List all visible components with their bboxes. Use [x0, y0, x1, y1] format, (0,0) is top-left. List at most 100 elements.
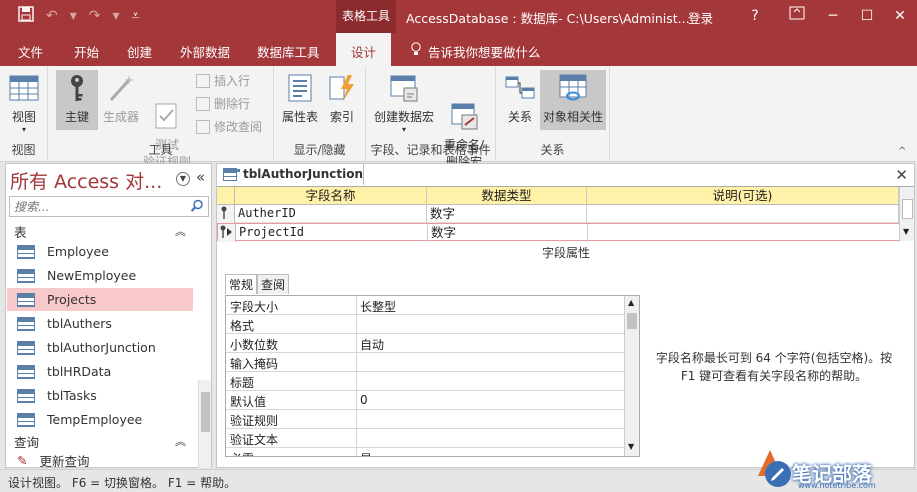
- validation-icon: [151, 86, 183, 129]
- tab-create[interactable]: 创建: [127, 42, 152, 61]
- tab-design[interactable]: 设计: [336, 33, 392, 66]
- table-icon: [17, 268, 35, 283]
- collapse-ribbon-icon[interactable]: ^: [898, 146, 906, 157]
- close-window-button[interactable]: ✕: [885, 4, 915, 28]
- tab-lookup[interactable]: 查阅: [257, 274, 290, 294]
- data-type-cell[interactable]: 数字: [427, 205, 587, 223]
- description-cell[interactable]: [587, 205, 899, 223]
- create-data-macros-button[interactable]: 创建数据宏 ▾: [372, 70, 436, 134]
- modify-lookups-button[interactable]: 修改查阅: [196, 118, 262, 135]
- tab-external-data[interactable]: 外部数据: [180, 42, 230, 61]
- tab-general[interactable]: 常规: [225, 274, 258, 294]
- maximize-button[interactable]: ☐: [852, 4, 882, 28]
- search-icon[interactable]: [190, 199, 204, 216]
- scrollbar-thumb[interactable]: [201, 392, 210, 432]
- customize-qat-icon[interactable]: ⩡: [132, 8, 140, 24]
- property-row[interactable]: 标题: [226, 372, 624, 391]
- field-properties-label: 字段属性: [542, 246, 591, 260]
- tell-me-search[interactable]: 告诉我你想要做什么: [410, 42, 541, 61]
- current-row-key-icon[interactable]: [218, 224, 236, 242]
- property-row[interactable]: 验证文本: [226, 429, 624, 448]
- nav-item-update-query[interactable]: ✎ 更新查询: [7, 451, 193, 469]
- chevron-down-icon[interactable]: ▾: [113, 8, 120, 24]
- chevron-down-icon[interactable]: ▼: [176, 172, 190, 186]
- grid-scrollbar[interactable]: ▼: [899, 187, 914, 241]
- relationships-button[interactable]: 关系: [502, 70, 538, 125]
- nav-item-tbltasks[interactable]: tblTasks: [7, 384, 193, 407]
- property-row[interactable]: 格式: [226, 315, 624, 334]
- nav-pane-title[interactable]: 所有 Access 对...: [10, 167, 162, 194]
- rename-macro-icon: [448, 86, 480, 130]
- close-document-icon[interactable]: ✕: [895, 166, 908, 184]
- object-dependencies-button[interactable]: 对象相关性: [540, 70, 606, 130]
- indexes-button[interactable]: 索引: [324, 70, 360, 125]
- nav-item-tempemployee[interactable]: TempEmployee: [7, 408, 193, 431]
- field-name-cell[interactable]: ProjectId: [236, 224, 428, 242]
- scroll-down-arrow-icon[interactable]: ▼: [628, 442, 634, 451]
- scrollbar-thumb[interactable]: [902, 199, 913, 219]
- ribbon-display-options-icon[interactable]: [782, 4, 812, 28]
- collapse-pane-icon[interactable]: «: [196, 168, 205, 186]
- table-row[interactable]: AutherID 数字: [217, 205, 914, 223]
- table-tools-context-label: 表格工具: [336, 0, 396, 33]
- tab-file[interactable]: 文件: [18, 42, 43, 61]
- column-header-field-name: 字段名称: [235, 187, 427, 205]
- property-sheet-icon: [284, 72, 316, 104]
- nav-search-input[interactable]: [10, 197, 185, 216]
- builder-button[interactable]: 生成器: [100, 70, 142, 125]
- redo-icon[interactable]: ↷: [89, 8, 101, 24]
- property-row[interactable]: 验证规则: [226, 410, 624, 429]
- window-title: AccessDatabase : 数据库- C:\Users\Administ.…: [406, 11, 690, 26]
- primary-key-button[interactable]: 主键: [56, 70, 98, 130]
- table-row[interactable]: ProjectId 数字: [217, 223, 914, 242]
- group-label: 工具: [148, 143, 173, 157]
- table-icon: [17, 316, 35, 331]
- scroll-up-arrow-icon[interactable]: ▲: [628, 298, 634, 307]
- delete-rows-button[interactable]: 删除行: [196, 95, 250, 112]
- nav-item-employee[interactable]: Employee: [7, 240, 193, 263]
- scrollbar-thumb[interactable]: [627, 313, 637, 329]
- object-dependencies-icon: [557, 72, 589, 104]
- chevron-down-icon: ▾: [401, 125, 406, 134]
- property-row[interactable]: 小数位数 自动: [226, 334, 624, 353]
- group-tools: 主键 生成器 测试 验证规则 插入行 删除行 修改查阅 工具: [48, 66, 274, 169]
- watermark-logo: 笔记部落 www.notetribe.com: [752, 444, 917, 492]
- properties-scrollbar[interactable]: ▲ ▼: [624, 296, 639, 456]
- tab-database-tools[interactable]: 数据库工具: [257, 42, 320, 61]
- nav-item-tblhrdata[interactable]: tblHRData: [7, 360, 193, 383]
- nav-scrollbar[interactable]: [198, 380, 211, 468]
- undo-icon[interactable]: ↶: [46, 8, 58, 24]
- property-sheet-button[interactable]: 属性表: [280, 70, 320, 125]
- nav-section-tables[interactable]: 表 ︽: [6, 222, 196, 242]
- nav-item-tblauthorjunction[interactable]: tblAuthorJunction: [7, 336, 193, 359]
- key-icon[interactable]: [217, 205, 235, 223]
- minimize-button[interactable]: ─: [818, 4, 848, 28]
- nav-item-projects[interactable]: Projects: [7, 288, 193, 311]
- help-button[interactable]: ?: [740, 4, 770, 28]
- scroll-down-arrow-icon[interactable]: ▼: [903, 227, 909, 236]
- group-show-hide: 属性表 索引 显示/隐藏: [274, 66, 366, 162]
- view-button[interactable]: 视图 ▾: [4, 70, 44, 134]
- property-row[interactable]: 输入掩码: [226, 353, 624, 372]
- property-row[interactable]: 必需是: [226, 448, 624, 456]
- save-icon[interactable]: [18, 6, 34, 26]
- description-cell[interactable]: [588, 224, 900, 242]
- relationships-icon: [504, 72, 536, 104]
- nav-section-queries[interactable]: 查询 ︽: [6, 432, 196, 452]
- property-row[interactable]: 默认值 0: [226, 391, 624, 410]
- table-icon: [17, 412, 35, 427]
- nav-item-tblauthers[interactable]: tblAuthers: [7, 312, 193, 335]
- document-tab-tblauthorjunction[interactable]: tblAuthorJunction: [217, 164, 364, 186]
- chevron-down-icon[interactable]: ▾: [70, 8, 77, 24]
- property-row[interactable]: 字段大小 长整型: [226, 296, 624, 315]
- tab-home[interactable]: 开始: [74, 42, 99, 61]
- field-name-cell[interactable]: AutherID: [235, 205, 427, 223]
- insert-rows-button[interactable]: 插入行: [196, 72, 250, 89]
- tell-me-label: 告诉我你想要做什么: [428, 45, 541, 60]
- group-label: 关系: [540, 143, 565, 157]
- group-field-record-table-events: 创建数据宏 ▾ 重命名/ 删除宏 字段、记录和表格事件: [366, 66, 496, 169]
- nav-item-newemployee[interactable]: NewEmployee: [7, 264, 193, 287]
- data-type-cell[interactable]: 数字: [428, 224, 588, 242]
- table-icon: [223, 167, 240, 181]
- sign-in-link[interactable]: 登录: [688, 8, 713, 27]
